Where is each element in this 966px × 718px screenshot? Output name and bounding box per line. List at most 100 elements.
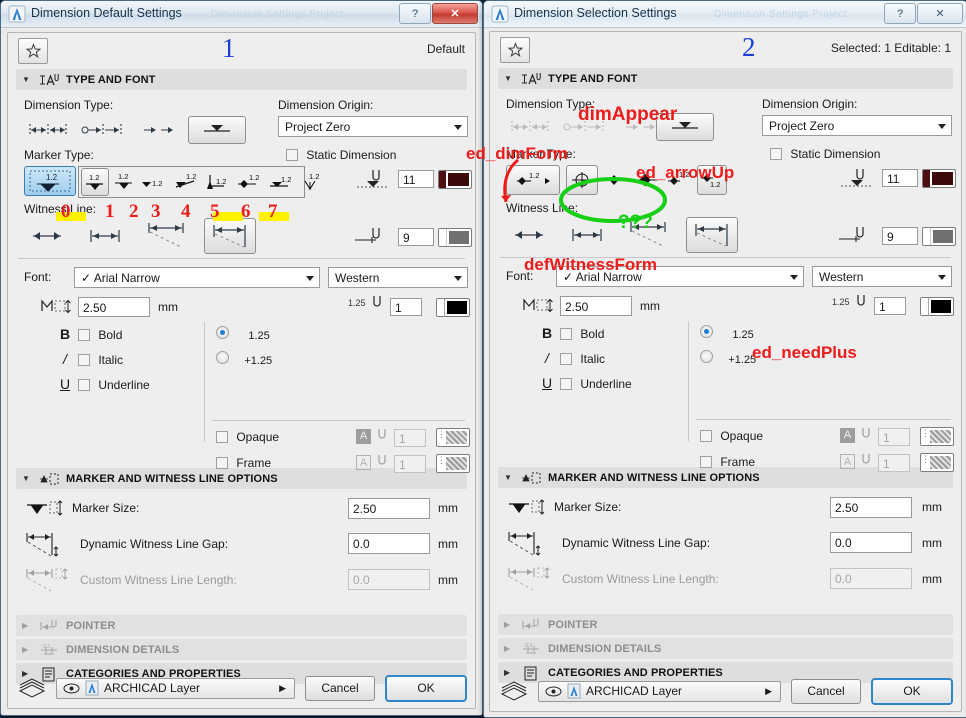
dim-type-angular-icon[interactable] — [622, 115, 660, 139]
help-button[interactable]: ? — [884, 3, 916, 24]
dim-type-cumulative-icon[interactable] — [560, 115, 610, 139]
underline-row[interactable]: Underline — [560, 377, 632, 391]
witness-pen-input[interactable]: 9 — [882, 227, 918, 245]
font-script-select[interactable]: Western — [328, 267, 468, 288]
font-pen-color-swatch[interactable] — [436, 298, 470, 317]
static-dimension-row[interactable]: Static Dimension — [770, 147, 880, 161]
marker-type-2[interactable]: 1.2 — [139, 168, 169, 196]
witness-line-custom-button[interactable] — [686, 217, 738, 253]
marker-pen-input[interactable]: 11 — [882, 169, 918, 187]
font-family-select[interactable]: ✓ Arial Narrow — [74, 267, 320, 288]
dimension-origin-select[interactable]: Project Zero — [762, 115, 952, 136]
frame-fill-swatch[interactable]: ⋮ — [920, 453, 954, 472]
dim-type-linear-icon[interactable] — [506, 115, 554, 139]
italic-checkbox[interactable] — [560, 353, 572, 365]
marker-type-1[interactable]: 1.2 — [111, 168, 137, 196]
ok-button[interactable]: OK — [385, 674, 467, 702]
witness-line-none-icon[interactable] — [506, 219, 552, 251]
static-dimension-checkbox[interactable] — [770, 148, 782, 160]
marker-type-6[interactable]: 1.2 — [267, 168, 297, 196]
dim-type-linear-icon[interactable] — [24, 118, 72, 142]
radio-plus-row[interactable]: +1.25 — [700, 350, 756, 366]
section-dimension-details[interactable]: ▶ 0.3 DIMENSION DETAILS — [16, 639, 467, 660]
favorites-button[interactable] — [18, 38, 48, 64]
close-button[interactable]: ✕ — [432, 3, 478, 24]
opaque-fill-swatch[interactable]: ⋮ — [436, 428, 470, 447]
opaque-row[interactable]: Opaque — [700, 429, 763, 443]
font-pen-input[interactable]: 1 — [874, 297, 906, 315]
help-button[interactable]: ? — [399, 3, 431, 24]
close-button[interactable]: ✕ — [917, 3, 963, 24]
opaque-fill-swatch[interactable]: ⋮ — [920, 427, 954, 446]
frame-fill-swatch[interactable]: ⋮ — [436, 454, 470, 473]
font-pen-color-swatch[interactable] — [920, 297, 954, 316]
window2-titlebar[interactable]: Dimension Selection Settings Dimension S… — [484, 1, 966, 28]
layer-selector[interactable]: ARCHICAD Layer ▶ — [56, 677, 295, 699]
opaque-pen-input[interactable]: 1 — [878, 428, 910, 446]
witness-pen-color-swatch[interactable] — [438, 228, 472, 247]
section-pointer[interactable]: ▶ POINTER — [16, 615, 467, 636]
section-dimension-details[interactable]: ▶ 0.3 DIMENSION DETAILS — [498, 638, 953, 659]
radio-plain[interactable] — [216, 326, 229, 339]
marker-type-4[interactable]: 1.2 — [203, 168, 233, 196]
static-dimension-row[interactable]: Static Dimension — [286, 148, 396, 162]
dim-type-dropdown-button[interactable] — [188, 116, 246, 144]
opaque-checkbox[interactable] — [216, 431, 228, 443]
dimension-origin-select[interactable]: Project Zero — [278, 116, 468, 137]
frame-checkbox[interactable] — [700, 456, 712, 468]
cancel-button[interactable]: Cancel — [791, 678, 861, 704]
witness-line-short-icon[interactable] — [80, 220, 130, 252]
frame-checkbox[interactable] — [216, 457, 228, 469]
font-script-select[interactable]: Western — [812, 266, 952, 287]
frame-row[interactable]: Frame — [216, 456, 271, 470]
witness-line-custom-button[interactable] — [204, 218, 256, 254]
witness-pen-input[interactable]: 9 — [398, 228, 434, 246]
underline-checkbox[interactable] — [78, 379, 90, 391]
underline-checkbox[interactable] — [560, 378, 572, 390]
radio-plain-row[interactable]: 1.25 — [700, 325, 754, 341]
opaque-checkbox[interactable] — [700, 430, 712, 442]
marker-pen-color-swatch[interactable] — [922, 169, 956, 188]
italic-checkbox[interactable] — [78, 354, 90, 366]
marker-type-3[interactable]: 1.2 — [171, 168, 201, 196]
layers-icon[interactable] — [498, 680, 532, 702]
radio-plus[interactable] — [216, 351, 229, 364]
witness-line-dynamic-icon[interactable] — [140, 218, 194, 254]
section-type-and-font[interactable]: ▼ TYPE AND FONT — [16, 69, 467, 90]
radio-plain[interactable] — [700, 325, 713, 338]
opaque-pen-input[interactable]: 1 — [394, 429, 426, 447]
dim-type-dropdown-button[interactable] — [656, 113, 714, 141]
marker-type-0[interactable]: 1.2 — [81, 168, 109, 196]
dim-type-cumulative-icon[interactable] — [78, 118, 128, 142]
custom-length-input[interactable]: 0.0 — [830, 568, 912, 589]
bold-checkbox[interactable] — [560, 328, 572, 340]
cancel-button[interactable]: Cancel — [305, 675, 375, 701]
bold-checkbox[interactable] — [78, 329, 90, 341]
frame-pen-input[interactable]: 1 — [878, 454, 910, 472]
radio-plus-row[interactable]: +1.25 — [216, 351, 272, 367]
marker-size-input[interactable]: 2.50 — [830, 497, 912, 518]
italic-row[interactable]: Italic — [560, 352, 605, 366]
favorites-button[interactable] — [500, 37, 530, 63]
font-size-input[interactable]: 2.50 — [78, 297, 150, 317]
bold-row[interactable]: Bold — [78, 328, 122, 342]
section-pointer[interactable]: ▶ POINTER — [498, 614, 953, 635]
marker-type-5[interactable]: 1.2 — [235, 168, 265, 196]
custom-length-input[interactable]: 0.0 — [348, 569, 430, 590]
frame-pen-input[interactable]: 1 — [394, 455, 426, 473]
bold-row[interactable]: Bold — [560, 327, 604, 341]
font-size-input[interactable]: 2.50 — [560, 296, 632, 316]
layer-selector[interactable]: ARCHICAD Layer ▶ — [538, 680, 781, 702]
radio-plain-row[interactable]: 1.25 — [216, 326, 270, 342]
marker-type-7[interactable]: 1.2 — [299, 168, 325, 196]
dynamic-gap-input[interactable]: 0.0 — [348, 533, 430, 554]
frame-row[interactable]: Frame — [700, 455, 755, 469]
font-pen-input[interactable]: 1 — [390, 298, 422, 316]
section-type-and-font[interactable]: ▼ TYPE AND FONT — [498, 68, 953, 89]
witness-pen-color-swatch[interactable] — [922, 227, 956, 246]
italic-row[interactable]: Italic — [78, 353, 123, 367]
ok-button[interactable]: OK — [871, 677, 953, 705]
marker-pen-input[interactable]: 11 — [398, 170, 434, 188]
marker-type-diamond-label[interactable]: 1.2 — [664, 165, 696, 195]
opaque-row[interactable]: Opaque — [216, 430, 279, 444]
